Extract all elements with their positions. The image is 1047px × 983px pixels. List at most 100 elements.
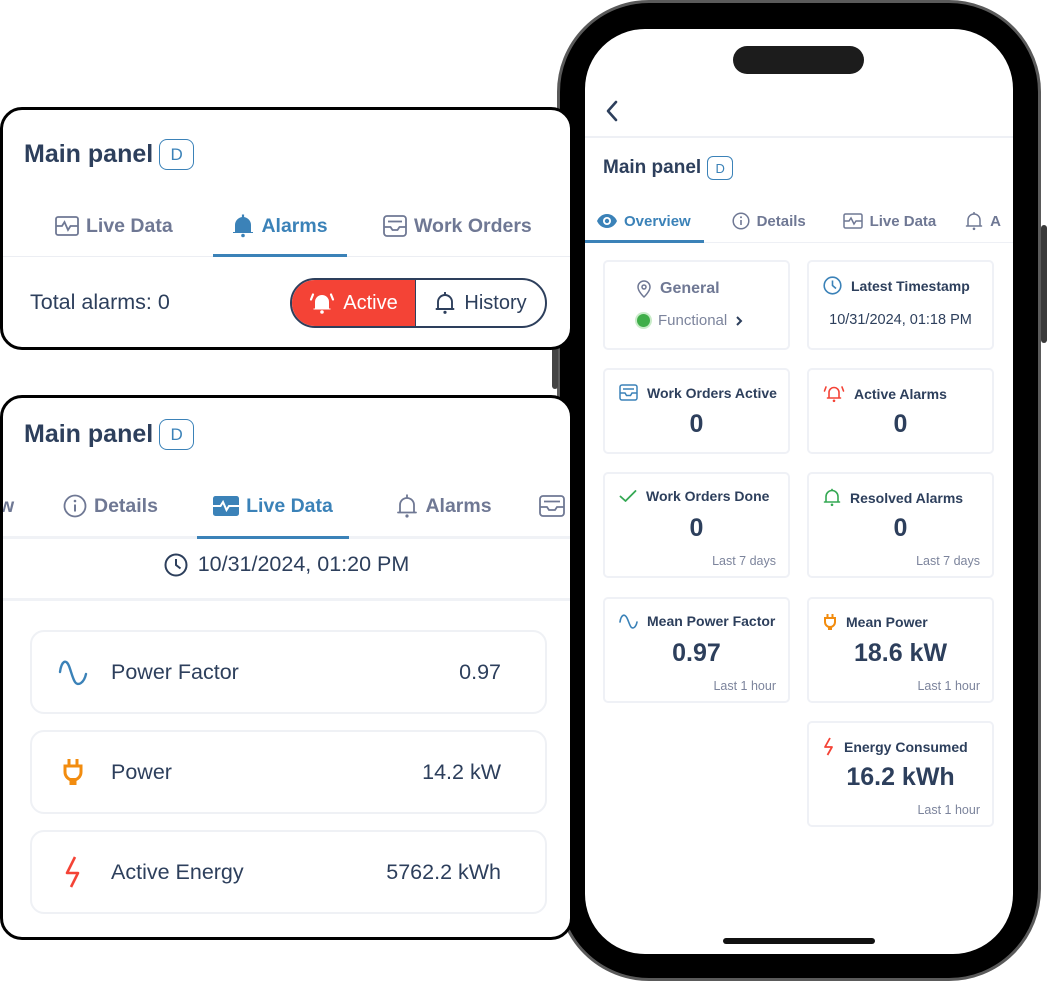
mean-power-card: Mean Power 18.6 kW Last 1 hour	[807, 597, 994, 703]
tab-label: A	[990, 212, 1001, 230]
bell-icon	[435, 292, 455, 314]
asset-type-badge: D	[159, 419, 195, 450]
tab-work-orders[interactable]: Work Orders	[367, 195, 548, 257]
card-value: 16.2 kWh	[846, 763, 955, 791]
card-period: Last 1 hour	[917, 803, 980, 817]
resolved-alarms-card[interactable]: Resolved Alarms 0 Last 7 days	[807, 472, 994, 578]
active-label: Active	[343, 291, 398, 314]
history-label: History	[464, 291, 527, 314]
alarms-panel: Main panel D Live Data Alarms Work Order…	[0, 107, 573, 350]
work-orders-active-card[interactable]: Work Orders Active 0	[603, 368, 790, 454]
bell-ringing-icon	[310, 293, 335, 314]
live-data-panel: Main panel D w Details Live Data Alarms …	[0, 395, 573, 940]
latest-timestamp-card: Latest Timestamp 10/31/2024, 01:18 PM	[807, 260, 994, 350]
plug-icon	[63, 759, 83, 785]
activity-filled-icon	[213, 496, 240, 516]
tab-alarms[interactable]: Alarms	[213, 195, 347, 257]
status-link[interactable]: Functional	[637, 312, 743, 329]
tab-work-orders[interactable]	[539, 473, 565, 539]
tab-alarms[interactable]: Alarms	[349, 473, 539, 539]
timestamp-text: 10/31/2024, 01:20 PM	[197, 552, 410, 576]
activity-icon	[842, 213, 863, 229]
card-value: 18.6 kW	[853, 639, 948, 667]
activity-icon	[55, 216, 79, 236]
live-timestamp: 10/31/2024, 01:20 PM	[3, 552, 570, 577]
general-card[interactable]: General Functional	[603, 260, 790, 350]
inbox-icon	[383, 215, 407, 237]
check-icon	[619, 490, 637, 502]
inbox-icon	[619, 384, 638, 401]
card-title: General	[660, 280, 720, 297]
phone-screen: Main panel D Overview Details Live Data …	[585, 29, 1013, 954]
active-alarms-card[interactable]: Active Alarms 0	[807, 368, 994, 454]
work-orders-done-card[interactable]: Work Orders Done 0 Last 7 days	[603, 472, 790, 578]
tab-alarms[interactable]: A	[949, 199, 1013, 243]
metric-label: Power	[111, 759, 172, 784]
panel-header: Main panel D	[24, 139, 195, 170]
card-value: 0	[893, 410, 908, 438]
metric-value: 5762.2 kWh	[386, 859, 501, 884]
clock-icon	[164, 553, 188, 576]
info-circle-icon	[732, 212, 750, 230]
card-title: Energy Consumed	[844, 738, 968, 755]
tab-live-data[interactable]: Live Data	[827, 199, 950, 243]
card-title: Active Alarms	[854, 385, 947, 402]
metric-row-active-energy: Active Energy 5762.2 kWh	[30, 830, 547, 914]
tab-live-data[interactable]: Live Data	[197, 473, 349, 539]
sine-wave-icon	[619, 614, 638, 629]
lightning-icon	[824, 737, 833, 756]
location-pin-icon	[637, 280, 651, 298]
phone-side-button	[1041, 225, 1047, 343]
card-title: Mean Power Factor	[647, 613, 776, 629]
tab-bar: Live Data Alarms Work Orders	[3, 195, 570, 257]
card-value: 0	[893, 514, 908, 542]
plug-icon	[824, 614, 836, 630]
card-period: Last 1 hour	[917, 679, 980, 693]
home-indicator	[723, 938, 875, 944]
tab-label: Live Data	[86, 214, 173, 237]
chevron-right-icon	[736, 315, 743, 326]
metric-icon	[58, 758, 88, 786]
tab-label: Live Data	[869, 212, 937, 230]
asset-type-badge: D	[159, 139, 195, 170]
bell-icon	[965, 212, 983, 231]
tab-details[interactable]: Details	[704, 199, 827, 243]
card-header: Work Orders Done	[619, 488, 778, 504]
tab-live-data[interactable]: Live Data	[39, 195, 213, 257]
card-period: Last 7 days	[712, 554, 776, 568]
metric-icon	[58, 658, 88, 686]
page-title: Main panel	[603, 157, 702, 178]
panel-title: Main panel	[24, 140, 154, 168]
tab-details[interactable]: Details	[63, 473, 197, 539]
back-button[interactable]	[601, 99, 625, 123]
metric-row-power: Power 14.2 kW	[30, 730, 547, 814]
active-alarms-button[interactable]: Active	[292, 280, 416, 326]
alarm-filter-toggle: Active History	[290, 278, 547, 328]
card-header: Energy Consumed	[823, 737, 982, 756]
tab-overview[interactable]: Overview	[585, 199, 704, 243]
card-header: Mean Power	[823, 613, 982, 631]
tab-bar: w Details Live Data Alarms	[3, 473, 570, 539]
status-text: Functional	[658, 312, 728, 329]
phone-volume-button	[552, 347, 558, 389]
card-header: Mean Power Factor	[619, 613, 778, 629]
clock-icon	[823, 276, 842, 295]
tab-label: Work Orders	[414, 214, 532, 237]
energy-consumed-card: Energy Consumed 16.2 kWh Last 1 hour	[807, 721, 994, 827]
metric-value: 0.97	[459, 659, 501, 684]
metric-value: 14.2 kW	[422, 759, 501, 784]
tab-overview[interactable]: w	[0, 473, 63, 539]
header-divider	[585, 136, 1013, 138]
bell-icon	[823, 488, 841, 507]
history-alarms-button[interactable]: History	[416, 280, 545, 326]
metric-icon	[58, 856, 88, 888]
tab-label: w	[0, 494, 15, 517]
card-header: Resolved Alarms	[823, 488, 982, 507]
panel-header: Main panel D	[24, 419, 195, 450]
tab-bar: Overview Details Live Data A	[585, 199, 1013, 243]
card-header: Active Alarms	[823, 384, 982, 403]
lightning-icon	[65, 856, 80, 888]
card-title: Latest Timestamp	[851, 277, 970, 294]
card-value: 0	[689, 410, 704, 438]
card-value: 0.97	[672, 639, 721, 667]
